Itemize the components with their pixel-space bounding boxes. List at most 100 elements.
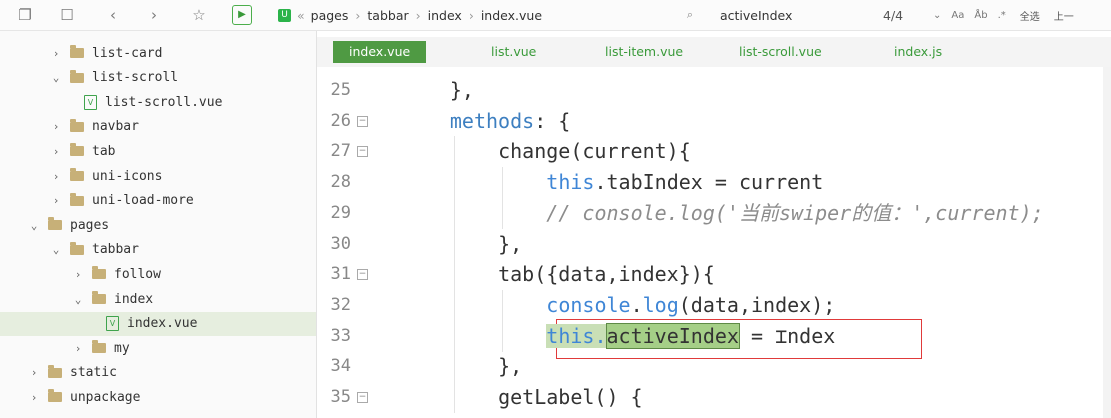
line-number: 26	[330, 110, 351, 131]
chevron-right-icon[interactable]: ›	[50, 120, 62, 133]
whole-word-toggle[interactable]: Åb	[974, 10, 987, 21]
regex-toggle-icon[interactable]: .*	[998, 10, 1006, 21]
back-icon[interactable]: ‹	[102, 4, 124, 26]
fold-toggle-icon[interactable]: −	[357, 269, 368, 281]
chevron-right-icon[interactable]: ›	[50, 194, 62, 207]
chevron-right-icon: ›	[415, 7, 421, 23]
folder-icon	[48, 364, 62, 378]
folder-icon	[92, 266, 106, 280]
code-line: 33 this.activeIndex = ⌶ndex	[317, 320, 1111, 352]
tab-index-vue[interactable]: index.vue	[333, 41, 427, 63]
chevron-down-icon[interactable]: ⌄	[28, 219, 40, 232]
line-number: 33	[330, 325, 351, 346]
tree-item[interactable]: › static	[0, 361, 316, 385]
tree-item[interactable]: › uni-icons	[0, 164, 316, 188]
tree-item[interactable]: ⌄ pages	[0, 213, 316, 237]
vue-file-icon: V	[106, 316, 119, 332]
breadcrumb-item[interactable]: index.vue	[481, 8, 542, 23]
tab-list-scroll-vue[interactable]: list-scroll.vue	[739, 41, 822, 63]
line-number: 30	[330, 233, 351, 254]
tree-item[interactable]: ⌄ list-scroll	[0, 66, 316, 90]
chevron-right-icon[interactable]: ›	[50, 170, 62, 183]
chevron-right-icon: ›	[468, 7, 474, 23]
code-text[interactable]: },	[450, 75, 474, 106]
tree-item[interactable]: › follow	[0, 262, 316, 286]
indent-guide	[502, 197, 504, 229]
tree-item[interactable]: › unpackage	[0, 385, 316, 409]
line-number: 32	[330, 294, 351, 315]
star-icon[interactable]: ☆	[188, 4, 210, 26]
tree-item[interactable]: ⌄ tabbar	[0, 238, 316, 262]
breadcrumb-item[interactable]: pages	[311, 8, 349, 23]
tree-item[interactable]: Vindex.vue	[0, 311, 316, 336]
code-line: 28 this.tabIndex = current	[317, 167, 1111, 199]
code-editor[interactable]: 25}, 26− methods: {27− change(current){28th…	[317, 67, 1111, 418]
tree-item[interactable]: Vlist-scroll.vue	[0, 90, 316, 114]
folder-icon	[70, 143, 84, 157]
code-text[interactable]: },	[498, 351, 522, 382]
project-explorer: › list-card ⌄ list-scroll Vlist-scroll.vue › n…	[0, 31, 317, 418]
match-case-toggle[interactable]: Aa	[951, 10, 964, 21]
code-text[interactable]: },	[498, 229, 522, 260]
folder-icon	[70, 45, 84, 58]
tree-item-label: follow	[114, 266, 161, 282]
run-icon[interactable]: ▶	[232, 5, 252, 25]
tree-item[interactable]: ⌄ index	[0, 287, 316, 311]
chevron-right-icon[interactable]: ›	[72, 268, 84, 281]
folder-icon	[48, 389, 62, 403]
line-number: 27	[330, 141, 351, 162]
chevron-down-icon[interactable]: ⌄	[72, 293, 84, 306]
code-text[interactable]: this.tabIndex = current	[546, 167, 823, 198]
folder-icon	[92, 340, 106, 354]
fold-toggle-icon[interactable]: −	[357, 392, 368, 403]
save-icon[interactable]: ☐	[56, 4, 78, 26]
find-prev-button[interactable]: 上一	[1054, 8, 1074, 23]
indent-guide	[453, 382, 455, 413]
code-text[interactable]: change(current){	[498, 136, 691, 167]
hbuilder-logo-icon: U	[278, 8, 291, 22]
breadcrumb-item[interactable]: tabbar	[367, 8, 408, 23]
tree-item-label: index.vue	[127, 316, 198, 332]
indent-guide	[453, 197, 455, 229]
tree-item-label: list-scroll	[92, 70, 179, 86]
tree-item[interactable]: › tab	[0, 139, 316, 163]
indent-guide	[453, 228, 455, 260]
chevron-down-icon[interactable]: ⌄	[50, 71, 62, 84]
chevron-right-icon[interactable]: ›	[72, 342, 84, 355]
chevron-right-icon[interactable]: ›	[50, 47, 62, 60]
tab-list-vue[interactable]: list.vue	[491, 41, 536, 63]
code-text[interactable]: getLabel() {	[498, 382, 643, 413]
tree-item[interactable]: › uni-load-more	[0, 189, 316, 213]
fold-toggle-icon[interactable]: −	[357, 115, 368, 127]
tab-list-item-vue[interactable]: list-item.vue	[605, 41, 683, 63]
code-text[interactable]: console.log(data,index);	[546, 290, 835, 321]
breadcrumb: U « pages › tabbar › index › index.vue	[278, 5, 542, 25]
code-text[interactable]: methods: {	[450, 106, 570, 137]
forward-icon[interactable]: ›	[143, 4, 165, 26]
vue-file-icon: V	[84, 94, 97, 110]
tab-index-js[interactable]: index.js	[894, 41, 942, 63]
indent-guide	[453, 167, 455, 199]
breadcrumb-item[interactable]: index	[428, 8, 462, 23]
folder-icon	[70, 192, 84, 206]
chevron-down-icon[interactable]: ⌄	[933, 10, 941, 21]
breadcrumb-collapse-icon[interactable]: «	[297, 8, 305, 23]
tree-item[interactable]: › my	[0, 336, 316, 360]
line-number: 35	[330, 387, 351, 407]
code-text[interactable]: // console.log('当前swiper的值：',current);	[546, 198, 1043, 229]
chevron-right-icon[interactable]: ›	[50, 145, 62, 158]
tree-item-label: uni-load-more	[92, 193, 194, 209]
tree-item[interactable]: › list-card	[0, 41, 316, 65]
code-text[interactable]: this.activeIndex = ⌶ndex	[546, 321, 835, 352]
folder-icon	[70, 118, 84, 132]
code-text[interactable]: tab({data,index}){	[498, 259, 715, 290]
chevron-right-icon[interactable]: ›	[28, 366, 40, 379]
chevron-right-icon[interactable]: ›	[28, 391, 40, 404]
new-file-icon[interactable]: ❐	[14, 4, 36, 26]
chevron-down-icon[interactable]: ⌄	[50, 243, 62, 256]
tree-item[interactable]: › navbar	[0, 115, 316, 139]
fold-toggle-icon[interactable]: −	[357, 146, 368, 158]
folder-icon	[70, 168, 84, 181]
select-all-button[interactable]: 全选	[1020, 8, 1040, 23]
find-input[interactable]: activeIndex	[720, 8, 880, 23]
